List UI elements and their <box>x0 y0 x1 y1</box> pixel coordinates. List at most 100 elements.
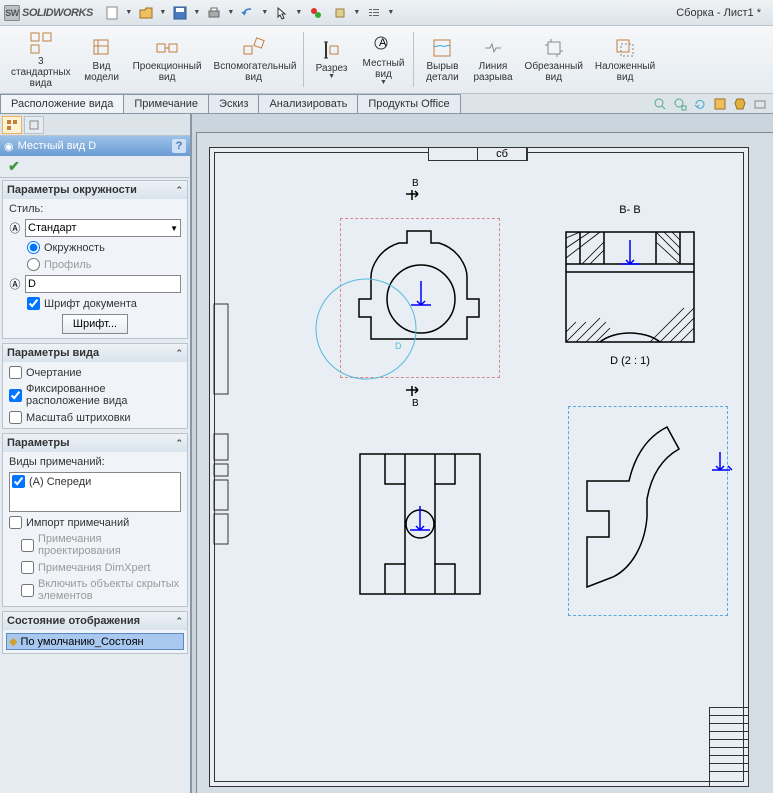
properties-button[interactable] <box>363 3 385 23</box>
alternate-view-icon <box>613 36 637 60</box>
ribbon-projected-view[interactable]: Проекционный вид <box>128 28 207 91</box>
rebuild-button[interactable] <box>305 3 327 23</box>
tab-annotation[interactable]: Примечание <box>123 94 209 113</box>
style-combo[interactable]: Стандарт▼ <box>25 219 181 237</box>
ribbon-3std-views[interactable]: 3 стандартных вида <box>6 28 76 91</box>
section-circle-params: Параметры окружности⌃ Стиль: Ⓐ Стандарт▼… <box>2 180 188 339</box>
section-header[interactable]: Параметры⌃ <box>3 434 187 452</box>
chevron-up-icon[interactable]: ⌃ <box>175 185 183 196</box>
new-button[interactable] <box>101 3 123 23</box>
drawing-view-detail-d[interactable] <box>568 406 728 616</box>
open-button[interactable] <box>135 3 157 23</box>
chevron-up-icon[interactable]: ⌃ <box>175 616 183 627</box>
font-button[interactable]: Шрифт... <box>62 314 128 334</box>
help-button[interactable]: ? <box>172 139 186 153</box>
ribbon-label: 3 стандартных вида <box>11 56 71 89</box>
origin-marker <box>710 448 740 478</box>
undo-button[interactable] <box>237 3 259 23</box>
ribbon-crop-view[interactable]: Обрезанный вид <box>520 28 588 91</box>
state-label: По умолчанию_Состоян <box>20 636 143 648</box>
select-button[interactable] <box>271 3 293 23</box>
mark-a-icon: Ⓐ <box>9 220 21 236</box>
outline-checkbox[interactable] <box>9 366 22 379</box>
ribbon-broken-out[interactable]: Вырыв детали <box>418 28 466 91</box>
section-header[interactable]: Состояние отображения ⌃ <box>3 612 187 630</box>
section-arrow-bottom <box>406 386 424 398</box>
drawing-view-section[interactable]: B- B D (2 : 1) <box>560 204 700 367</box>
detail-view-icon: ◉ <box>4 140 14 153</box>
ribbon-alternate-view[interactable]: Наложенный вид <box>590 28 660 91</box>
print-button[interactable] <box>203 3 225 23</box>
undo-dropdown[interactable]: ▼ <box>261 9 269 16</box>
circle-label: Окружность <box>44 242 105 254</box>
svg-text:A: A <box>379 37 387 49</box>
save-dropdown[interactable]: ▼ <box>193 9 201 16</box>
options-button[interactable] <box>329 3 351 23</box>
zoom-area-icon[interactable] <box>671 96 689 112</box>
chevron-up-icon[interactable]: ⌃ <box>175 438 183 449</box>
display-state-item[interactable]: ◆ По умолчанию_Состоян <box>6 633 184 650</box>
ribbon-auxiliary-view[interactable]: Вспомогательный вид <box>209 28 299 91</box>
chevron-down-icon: ▼ <box>170 224 178 233</box>
ribbon-model-view[interactable]: Вид модели <box>78 28 126 91</box>
section-header[interactable]: Параметры окружности ⌃ <box>3 181 187 199</box>
drawing-view-3[interactable] <box>350 444 490 607</box>
profile-radio[interactable] <box>27 258 40 271</box>
graphics-area[interactable]: сб B D B <box>196 132 773 793</box>
tab-office[interactable]: Продукты Office <box>357 94 460 113</box>
crop-view-icon <box>542 36 566 60</box>
dimxpert-checkbox[interactable] <box>21 561 34 574</box>
hidden-checkbox[interactable] <box>21 584 34 597</box>
select-dropdown[interactable]: ▼ <box>295 9 303 16</box>
panel-title: Местный вид D <box>18 140 97 152</box>
chevron-up-icon[interactable]: ⌃ <box>175 348 183 359</box>
section-icon <box>320 38 344 62</box>
detail-name-input[interactable] <box>25 275 181 293</box>
zoom-fit-icon[interactable] <box>651 96 669 112</box>
drawing-view-1[interactable]: D <box>340 218 500 378</box>
section-header[interactable]: Параметры вида⌃ <box>3 344 187 362</box>
tab-view-layout[interactable]: Расположение вида <box>0 94 124 113</box>
tab-evaluate[interactable]: Анализировать <box>258 94 358 113</box>
property-tab[interactable] <box>24 116 44 134</box>
print-dropdown[interactable]: ▼ <box>227 9 235 16</box>
ribbon-label: Обрезанный вид <box>525 61 583 83</box>
doc-font-checkbox[interactable] <box>27 297 40 310</box>
save-button[interactable] <box>169 3 191 23</box>
section-icon[interactable] <box>711 96 729 112</box>
section-title: B- B <box>560 204 700 216</box>
fixed-pos-checkbox[interactable] <box>9 389 22 402</box>
circle-radio[interactable] <box>27 241 40 254</box>
ribbon-label: Местный вид <box>363 58 405 80</box>
drawing-canvas[interactable]: сб B D B <box>192 114 773 793</box>
panel-tab-strip <box>0 114 190 136</box>
chevron-down-icon[interactable]: ▼ <box>328 73 335 81</box>
broken-out-icon <box>430 36 454 60</box>
options-dropdown[interactable]: ▼ <box>353 9 361 16</box>
new-dropdown[interactable]: ▼ <box>125 9 133 16</box>
rotate-icon[interactable] <box>691 96 709 112</box>
hidden-label: Включить объекты скрытых элементов <box>38 578 181 602</box>
doc-font-label: Шрифт документа <box>44 298 137 310</box>
annot-types-list[interactable]: (A) Спереди <box>9 472 181 512</box>
display-style-icon[interactable] <box>731 96 749 112</box>
feature-tree-tab[interactable] <box>2 116 22 134</box>
ok-button[interactable]: ✔ <box>4 158 24 176</box>
ribbon-section-view[interactable]: Разрез▼ <box>308 28 356 91</box>
tab-sketch[interactable]: Эскиз <box>208 94 259 113</box>
chevron-down-icon[interactable]: ▼ <box>380 79 387 87</box>
properties-dropdown[interactable]: ▼ <box>387 9 395 16</box>
section-title: Параметры окружности <box>7 184 137 196</box>
ribbon-break-line[interactable]: Линия разрыва <box>468 28 517 91</box>
section-label-b-top: B <box>412 178 419 189</box>
front-checkbox[interactable] <box>12 475 25 488</box>
design-annot-checkbox[interactable] <box>21 539 34 552</box>
ribbon-detail-view[interactable]: A Местный вид▼ <box>358 28 410 91</box>
section-display-state: Состояние отображения ⌃ ◆ По умолчанию_Со… <box>2 611 188 654</box>
projected-view-icon <box>155 36 179 60</box>
section-title: Состояние отображения <box>7 615 140 627</box>
hatch-scale-checkbox[interactable] <box>9 411 22 424</box>
open-dropdown[interactable]: ▼ <box>159 9 167 16</box>
hide-show-icon[interactable] <box>751 96 769 112</box>
import-annot-checkbox[interactable] <box>9 516 22 529</box>
